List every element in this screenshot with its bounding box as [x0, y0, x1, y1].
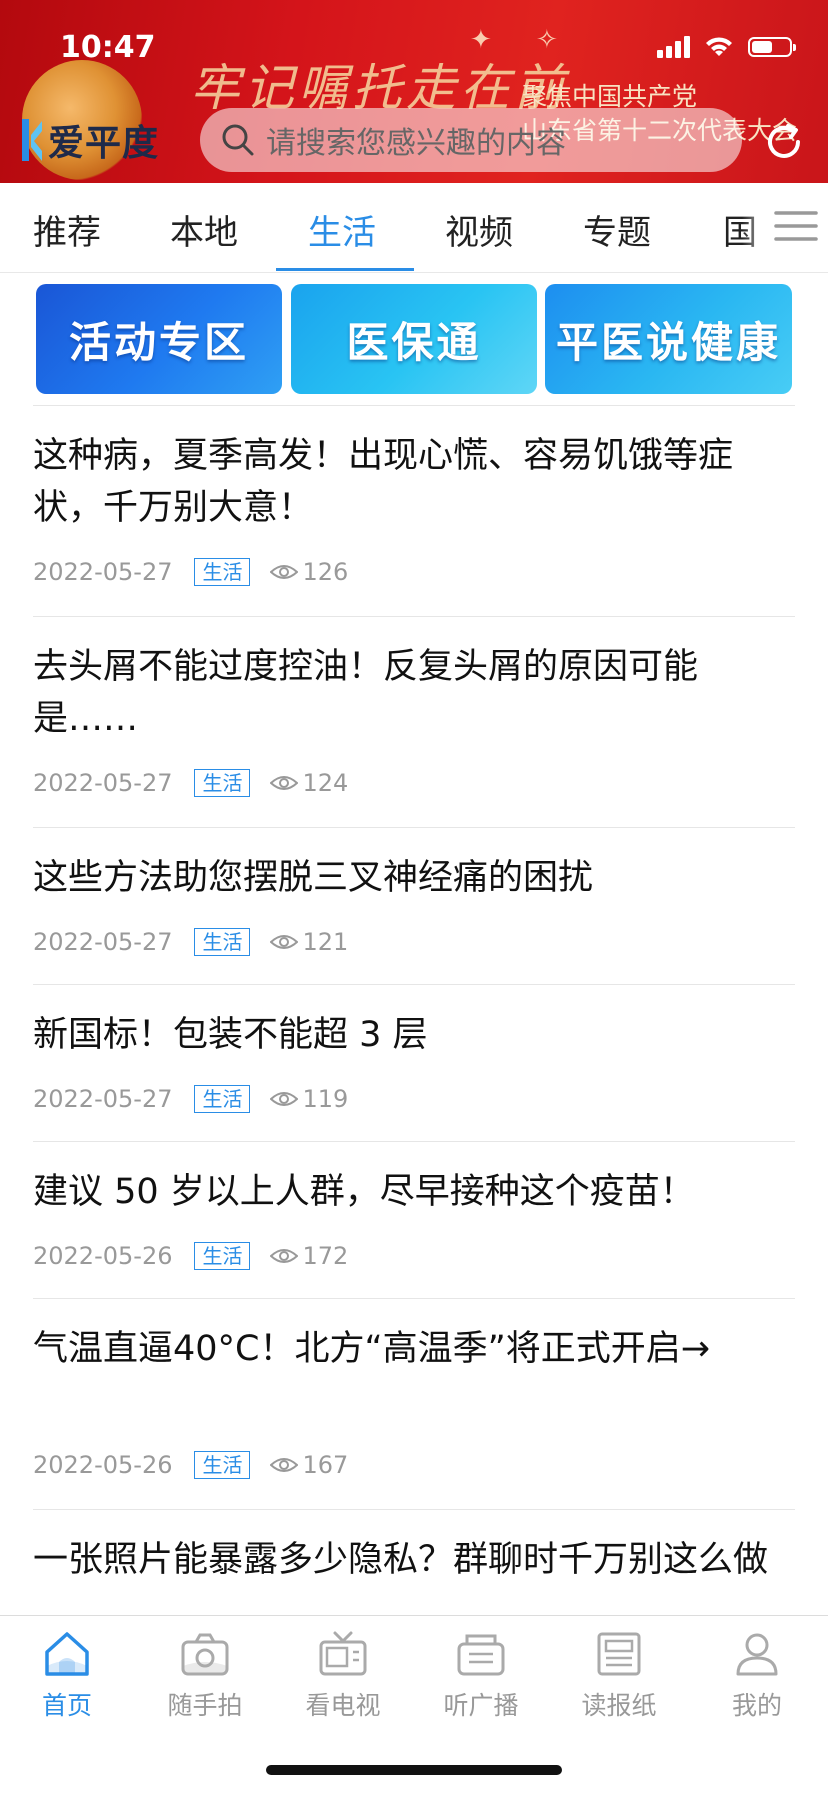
nav-tv[interactable]: 看电视: [288, 1626, 398, 1722]
news-item[interactable]: 气温直逼40°C！北方“高温季”将正式开启→ 2022-05-26 生活 167: [33, 1298, 795, 1509]
news-category-tag: 生活: [194, 769, 251, 797]
menu-icon[interactable]: [772, 207, 818, 245]
news-date: 2022-05-27: [33, 1085, 173, 1113]
tv-icon: [319, 1631, 367, 1676]
news-title: 这些方法助您摆脱三叉神经痛的困扰: [33, 858, 594, 898]
news-views: 119: [302, 1085, 349, 1113]
news-meta: 2022-05-27 生活 119: [33, 1085, 348, 1113]
birds-decoration: ✦ ✧: [470, 25, 576, 55]
news-item[interactable]: 这种病，夏季高发！出现心慌、容易饥饿等症状，千万别大意！ 2022-05-27 …: [33, 405, 795, 616]
nav-newspaper[interactable]: 读报纸: [564, 1626, 674, 1722]
nav-label: 读报纸: [581, 1691, 657, 1720]
eye-icon: [270, 565, 299, 579]
search-placeholder: 请搜索您感兴趣的内容: [266, 126, 566, 161]
news-category-tag: 生活: [194, 928, 251, 956]
logo-mark-icon: [22, 119, 42, 161]
news-views: 121: [302, 928, 349, 956]
active-tab-indicator: [276, 268, 414, 271]
news-date: 2022-05-26: [33, 1451, 173, 1479]
news-views: 124: [302, 769, 349, 797]
refresh-icon[interactable]: [760, 118, 808, 166]
app-logo: 爱平度: [20, 114, 159, 166]
news-date: 2022-05-26: [33, 1242, 173, 1270]
news-item[interactable]: 这些方法助您摆脱三叉神经痛的困扰 2022-05-27 生活 121: [33, 827, 795, 984]
news-views: 167: [302, 1451, 349, 1479]
newspaper-icon: [597, 1632, 641, 1676]
header-banner: 牢记嘱托走在前 ✦ ✧ 聚焦中国共产党 山东省第十二次代表大会 10:47 爱平…: [0, 0, 828, 183]
status-time: 10:47: [60, 30, 156, 65]
search-icon: [222, 124, 254, 156]
news-title: 新国标！包装不能超 3 层: [33, 1015, 428, 1055]
battery-fill: [752, 41, 772, 53]
news-title: 建议 50 岁以上人群，尽早接种这个疫苗！: [33, 1172, 695, 1212]
tab-topics[interactable]: 专题: [583, 205, 651, 254]
home-indicator: [266, 1765, 562, 1775]
wifi-icon: [706, 37, 732, 56]
news-views: 172: [302, 1242, 349, 1270]
news-views: 126: [302, 558, 349, 586]
status-icons: [657, 36, 796, 58]
radio-icon: [457, 1634, 505, 1676]
battery-icon: [748, 37, 796, 57]
quick-link-medical-insurance[interactable]: 医保通: [291, 284, 537, 394]
news-item[interactable]: 建议 50 岁以上人群，尽早接种这个疫苗！ 2022-05-26 生活 172: [33, 1141, 795, 1298]
tab-video[interactable]: 视频: [445, 205, 513, 254]
news-title: 气温直逼40°C！北方“高温季”将正式开启→: [33, 1329, 711, 1369]
eye-icon: [270, 776, 299, 790]
category-tabs: 推荐 本地 生活 视频 专题 国: [0, 183, 828, 273]
nav-home[interactable]: 首页: [12, 1626, 122, 1722]
nav-label: 听广播: [443, 1691, 519, 1720]
nav-label: 随手拍: [167, 1691, 243, 1720]
news-meta: 2022-05-26 生活 172: [33, 1242, 348, 1270]
nav-radio[interactable]: 听广播: [426, 1626, 536, 1722]
news-category-tag: 生活: [194, 1085, 251, 1113]
user-icon: [736, 1633, 778, 1676]
tab-life[interactable]: 生活: [308, 205, 376, 254]
nav-label: 首页: [41, 1691, 92, 1720]
news-date: 2022-05-27: [33, 928, 173, 956]
news-category-tag: 生活: [194, 1242, 251, 1270]
tab-local[interactable]: 本地: [170, 205, 238, 254]
tab-recommend[interactable]: 推荐: [33, 205, 101, 254]
nav-label: 看电视: [305, 1691, 381, 1720]
nav-profile[interactable]: 我的: [702, 1626, 812, 1722]
news-category-tag: 生活: [194, 1451, 251, 1479]
eye-icon: [270, 1458, 299, 1472]
eye-icon: [270, 1249, 299, 1263]
search-bar[interactable]: 请搜索您感兴趣的内容: [200, 108, 742, 172]
news-meta: 2022-05-27 生活 126: [33, 558, 348, 586]
signal-icon: [657, 36, 690, 58]
news-title: 去头屑不能过度控油！反复头屑的原因可能是……: [33, 647, 699, 739]
news-item[interactable]: 去头屑不能过度控油！反复头屑的原因可能是…… 2022-05-27 生活 124: [33, 616, 795, 827]
news-title: 这种病，夏季高发！出现心慌、容易饥饿等症状，千万别大意！: [33, 436, 734, 528]
camera-icon: [181, 1633, 229, 1676]
news-item[interactable]: 一张照片能暴露多少隐私？群聊时千万别这么做: [33, 1509, 795, 1616]
news-meta: 2022-05-27 生活 121: [33, 928, 348, 956]
eye-icon: [270, 935, 299, 949]
news-title: 一张照片能暴露多少隐私？群聊时千万别这么做: [33, 1540, 769, 1580]
nav-label: 我的: [731, 1691, 782, 1720]
news-meta: 2022-05-26 生活 167: [33, 1451, 348, 1479]
news-date: 2022-05-27: [33, 769, 173, 797]
news-meta: 2022-05-27 生活 124: [33, 769, 348, 797]
news-category-tag: 生活: [194, 558, 251, 586]
news-date: 2022-05-27: [33, 558, 173, 586]
news-item[interactable]: 新国标！包装不能超 3 层 2022-05-27 生活 119: [33, 984, 795, 1141]
quick-link-health-talk[interactable]: 平医说健康: [545, 284, 792, 394]
home-icon: [45, 1632, 89, 1676]
nav-snapshot[interactable]: 随手拍: [150, 1626, 260, 1722]
eye-icon: [270, 1092, 299, 1106]
logo-text: 爱平度: [48, 123, 160, 164]
quick-link-activities[interactable]: 活动专区: [36, 284, 282, 394]
